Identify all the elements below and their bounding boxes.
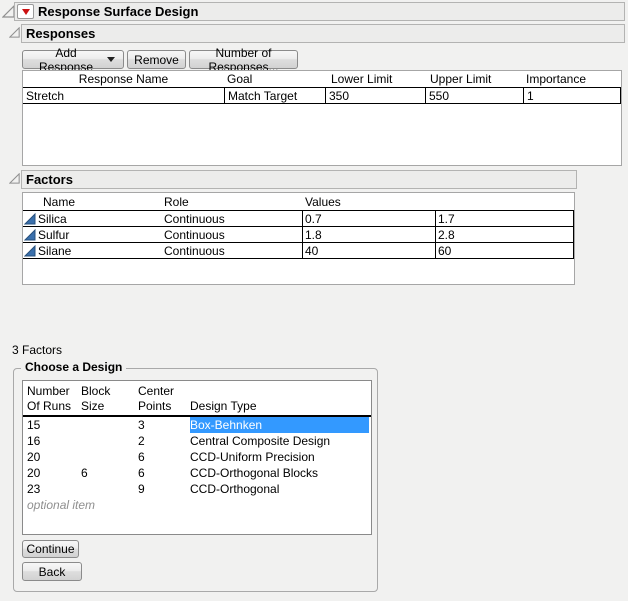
col-lower-limit: Lower Limit	[325, 71, 425, 87]
factor-role-cell[interactable]: Continuous	[164, 227, 302, 242]
factor-name-cell[interactable]: Sulfur	[23, 227, 164, 242]
col-role: Role	[164, 193, 302, 210]
runs-value: 20	[27, 450, 81, 464]
factor-high-value-cell[interactable]: 60	[435, 243, 574, 258]
factors-disclosure-icon[interactable]	[9, 173, 20, 184]
runs-value: 23	[27, 482, 81, 496]
design-list-header: Number Block Center Of Runs Size Points …	[23, 381, 371, 417]
back-button[interactable]: Back	[22, 562, 82, 581]
factor-low-value-cell[interactable]: 40	[302, 243, 435, 258]
factor-count-label: 3 Factors	[12, 343, 62, 357]
design-list-item[interactable]: 23 9 CCD-Orthogonal	[23, 481, 371, 497]
design-type-value: CCD-Orthogonal Blocks	[190, 465, 369, 481]
responses-strip: Responses	[21, 24, 625, 43]
col-response-name: Response Name	[23, 71, 224, 87]
design-list-item[interactable]: 20 6 6 CCD-Orthogonal Blocks	[23, 465, 371, 481]
col-importance: Importance	[523, 71, 621, 87]
factors-table-header: Name Role Values	[23, 193, 574, 211]
col-block-line1: Block	[81, 384, 138, 398]
factor-name-label: Sulfur	[38, 228, 69, 242]
factor-name-label: Silica	[38, 212, 67, 226]
factor-name-cell[interactable]: Silane	[23, 243, 164, 258]
center-value: 9	[138, 482, 190, 496]
add-response-button[interactable]: Add Response	[22, 50, 124, 69]
design-list-item[interactable]: 16 2 Central Composite Design	[23, 433, 371, 449]
factor-row: Silane Continuous 40 60	[23, 243, 574, 259]
page-title: Response Surface Design	[38, 3, 198, 20]
continuous-factor-icon	[24, 229, 36, 241]
continuous-factor-icon	[24, 245, 36, 257]
col-goal: Goal	[224, 71, 325, 87]
col-center-line2: Points	[138, 399, 190, 413]
number-of-responses-button[interactable]: Number of Responses...	[189, 50, 298, 69]
factors-table: Name Role Values Silica Continuous 0.7 1…	[22, 192, 575, 285]
factor-name-cell[interactable]: Silica	[23, 211, 164, 226]
factor-low-value-cell[interactable]: 0.7	[302, 211, 435, 226]
factor-low-value-cell[interactable]: 1.8	[302, 227, 435, 242]
factor-row: Sulfur Continuous 1.8 2.8	[23, 227, 574, 243]
col-number-line2: Of Runs	[27, 399, 81, 413]
factor-role-cell[interactable]: Continuous	[164, 243, 302, 258]
responses-table-header: Response Name Goal Lower Limit Upper Lim…	[23, 71, 621, 88]
continue-button[interactable]: Continue	[22, 540, 79, 558]
center-value: 6	[138, 466, 190, 480]
response-lower-limit-cell[interactable]: 350	[325, 88, 425, 103]
design-type-value: Central Composite Design	[190, 433, 369, 449]
response-goal-cell[interactable]: Match Target	[224, 88, 325, 103]
design-list-item[interactable]: 20 6 CCD-Uniform Precision	[23, 449, 371, 465]
center-value: 2	[138, 434, 190, 448]
remove-button[interactable]: Remove	[127, 50, 186, 69]
col-center-line1: Center	[138, 384, 190, 398]
col-type-line1	[190, 383, 371, 398]
design-type-value: Box-Behnken	[190, 417, 369, 433]
title-strip: Response Surface Design	[14, 2, 625, 21]
factor-high-value-cell[interactable]: 2.8	[435, 227, 574, 242]
factor-high-value-cell[interactable]: 1.7	[435, 211, 574, 226]
optional-item-label: optional item	[27, 498, 95, 512]
col-upper-limit: Upper Limit	[425, 71, 523, 87]
red-triangle-menu-button[interactable]	[17, 4, 34, 19]
response-name-cell[interactable]: Stretch	[23, 88, 224, 103]
responses-table: Response Name Goal Lower Limit Upper Lim…	[22, 70, 622, 166]
response-importance-cell[interactable]: 1	[523, 88, 621, 103]
factors-strip: Factors	[21, 170, 577, 189]
factors-header: Factors	[26, 171, 73, 188]
design-list: Number Block Center Of Runs Size Points …	[22, 380, 372, 535]
col-block-line2: Size	[81, 399, 138, 413]
response-row: Stretch Match Target 350 550 1	[23, 88, 621, 104]
col-number-line1: Number	[27, 384, 81, 398]
runs-value: 16	[27, 434, 81, 448]
runs-value: 20	[27, 466, 81, 480]
factor-role-cell[interactable]: Continuous	[164, 211, 302, 226]
choose-a-design-title: Choose a Design	[21, 360, 126, 374]
factor-row: Silica Continuous 0.7 1.7	[23, 211, 574, 227]
back-label: Back	[39, 565, 66, 579]
response-upper-limit-cell[interactable]: 550	[425, 88, 523, 103]
continue-label: Continue	[26, 542, 74, 556]
col-values: Values	[302, 193, 341, 210]
design-list-optional-item[interactable]: optional item	[23, 497, 371, 513]
center-value: 6	[138, 450, 190, 464]
dropdown-arrow-icon	[107, 57, 115, 62]
design-type-value: CCD-Uniform Precision	[190, 449, 369, 465]
responses-disclosure-icon[interactable]	[9, 27, 20, 38]
runs-value: 15	[27, 418, 81, 432]
col-design-type: Design Type	[190, 398, 371, 413]
col-name: Name	[23, 193, 164, 210]
continuous-factor-icon	[24, 213, 36, 225]
design-type-value: CCD-Orthogonal	[190, 481, 369, 497]
design-list-item[interactable]: 15 3 Box-Behnken	[23, 417, 371, 433]
center-value: 3	[138, 418, 190, 432]
remove-label: Remove	[134, 53, 179, 67]
responses-header: Responses	[26, 25, 95, 42]
red-triangle-icon	[22, 9, 30, 15]
factor-name-label: Silane	[38, 244, 71, 258]
block-value: 6	[81, 466, 138, 480]
